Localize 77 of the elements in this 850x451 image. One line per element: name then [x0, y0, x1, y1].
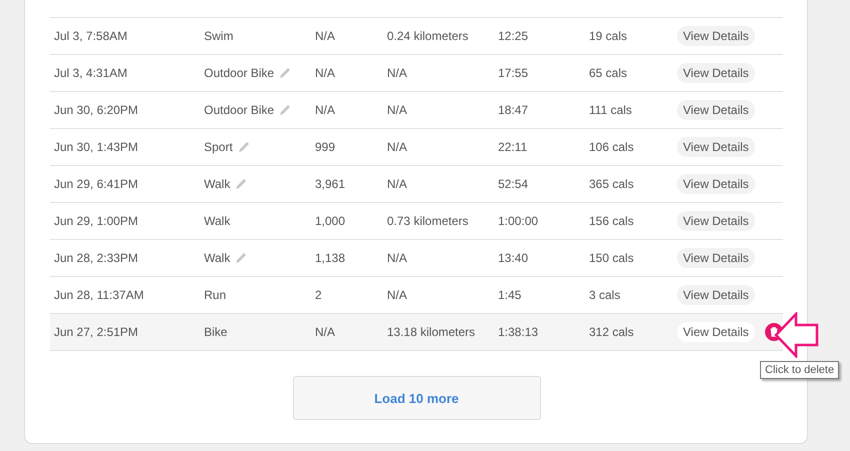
tooltip: Click to delete	[760, 361, 840, 379]
table-cell-text: N/A	[386, 288, 408, 302]
table-cell-text: 150 cals	[588, 251, 635, 265]
pencil-icon[interactable]	[234, 177, 248, 191]
view-details-button[interactable]: View Details	[677, 174, 755, 194]
table-cell-text: Jun 29, 6:41PM	[53, 177, 140, 191]
table-cell-text: Jun 28, 2:33PM	[53, 251, 140, 265]
table-cell-text: N/A	[314, 29, 336, 43]
table-cell-text: 0.24 kilometers	[386, 29, 470, 43]
table-cell-text: 13.18 kilometers	[386, 325, 476, 339]
view-details-button[interactable]: View Details	[677, 322, 755, 342]
table-cell-text: 3 cals	[588, 288, 622, 302]
table-cell-text: N/A	[386, 66, 408, 80]
table-cell-text: 312 cals	[588, 325, 635, 339]
table-row[interactable]: Jun 27, 2:51PM Bike N/A 13.18 kilometers 1:38:13 312 cals View Details	[50, 314, 783, 351]
table-cell-text: 111 cals	[588, 103, 633, 117]
table-cell: Run	[204, 288, 226, 302]
table-cell-text: 1:00:00	[497, 214, 540, 228]
table-cell-text: Jun 30, 6:20PM	[53, 103, 140, 117]
table-cell: Walk	[204, 177, 230, 191]
view-details-button[interactable]: View Details	[677, 26, 755, 46]
table-row[interactable]: Jul 3, 7:58AM Swim N/A 0.24 kilometers 12:25 19 cals View Details	[50, 18, 783, 55]
table-cell-text: N/A	[314, 66, 336, 80]
table-cell: Walk	[204, 251, 230, 265]
table-row[interactable]: Jun 29, 6:41PM Walk 3,961 N/A 52:54 365 cals View Details	[50, 166, 783, 203]
table-cell: Swim	[204, 29, 234, 43]
view-details-button[interactable]: View Details	[677, 63, 755, 83]
table-cell-text: 0.73 kilometers	[386, 214, 470, 228]
table-cell: Walk	[204, 214, 230, 228]
pencil-icon[interactable]	[236, 140, 251, 154]
table-cell-text: Jun 28, 11:37AM	[53, 288, 145, 302]
table-cell: Sport	[204, 140, 233, 154]
table-cell-text: 999	[314, 140, 336, 154]
table-cell-text: N/A	[314, 325, 336, 339]
table-cell-text: 365 cals	[588, 177, 635, 191]
table-cell-text: 65 cals	[588, 66, 628, 80]
pencil-icon[interactable]	[278, 66, 292, 80]
table-row[interactable]: Jun 29, 1:00PM Walk 1,000 0.73 kilometers 1:00:00 156 cals View Details	[50, 203, 783, 240]
table-cell-text: 1:38:13	[497, 325, 540, 339]
table-cell-text: 3,961	[314, 177, 346, 191]
pencil-icon[interactable]	[278, 103, 292, 117]
table-cell: Bike	[204, 325, 228, 339]
table-cell-text: N/A	[386, 140, 408, 154]
table-cell-text: 13:40	[497, 251, 530, 265]
table-cell-text: 2	[314, 288, 323, 302]
pencil-icon[interactable]	[234, 251, 248, 265]
view-details-button[interactable]: View Details	[677, 100, 755, 120]
table-cell-text: N/A	[386, 103, 408, 117]
table-cell-text: N/A	[386, 251, 408, 265]
table-cell-text: 1,138	[314, 251, 346, 265]
table-cell-text: N/A	[314, 103, 336, 117]
table-cell-text: 1,000	[314, 214, 346, 228]
table-cell-text: Jun 30, 1:43PM	[53, 140, 140, 154]
table-cell-text: N/A	[386, 177, 408, 191]
table-cell-text: 17:55	[497, 66, 530, 80]
view-details-button[interactable]: View Details	[677, 137, 755, 157]
view-details-button[interactable]: View Details	[677, 211, 755, 231]
table-row[interactable]: Jul 3, 4:31AM Outdoor Bike N/A N/A 17:55 65 cals View Details	[50, 55, 783, 92]
table-cell-text: 52:54	[497, 177, 530, 191]
table-row[interactable]: Jun 28, 2:33PM Walk 1,138 N/A 13:40 150 cals View Details	[50, 240, 783, 277]
table-cell-text: 22:11	[497, 140, 528, 154]
table-cell: Outdoor Bike	[204, 103, 274, 117]
table-cell-text: Jul 3, 7:58AM	[53, 29, 128, 43]
table-cell-text: 12:25	[497, 29, 530, 43]
table-cell-text: Jul 3, 4:31AM	[53, 66, 128, 80]
table-cell: Outdoor Bike	[204, 66, 274, 80]
table-cell-text: Jun 27, 2:51PM	[53, 325, 140, 339]
table-cell-text: 156 cals	[588, 214, 635, 228]
table-cell-text: 18:47	[497, 103, 530, 117]
table-row[interactable]: Jun 30, 1:43PM Sport 999 N/A 22:11 106 cals View Details	[50, 129, 783, 166]
view-details-button[interactable]: View Details	[677, 285, 755, 305]
table-cell-text: 1:45	[497, 288, 522, 302]
table-cell-text: 106 cals	[588, 140, 635, 154]
table-row[interactable]: Jun 30, 6:20PM Outdoor Bike N/A N/A 18:47 111 cals View Details	[50, 92, 783, 129]
view-details-button[interactable]: View Details	[677, 248, 755, 268]
table-cell-text: 19 cals	[588, 29, 628, 43]
table-cell-text: Jun 29, 1:00PM	[53, 214, 140, 228]
